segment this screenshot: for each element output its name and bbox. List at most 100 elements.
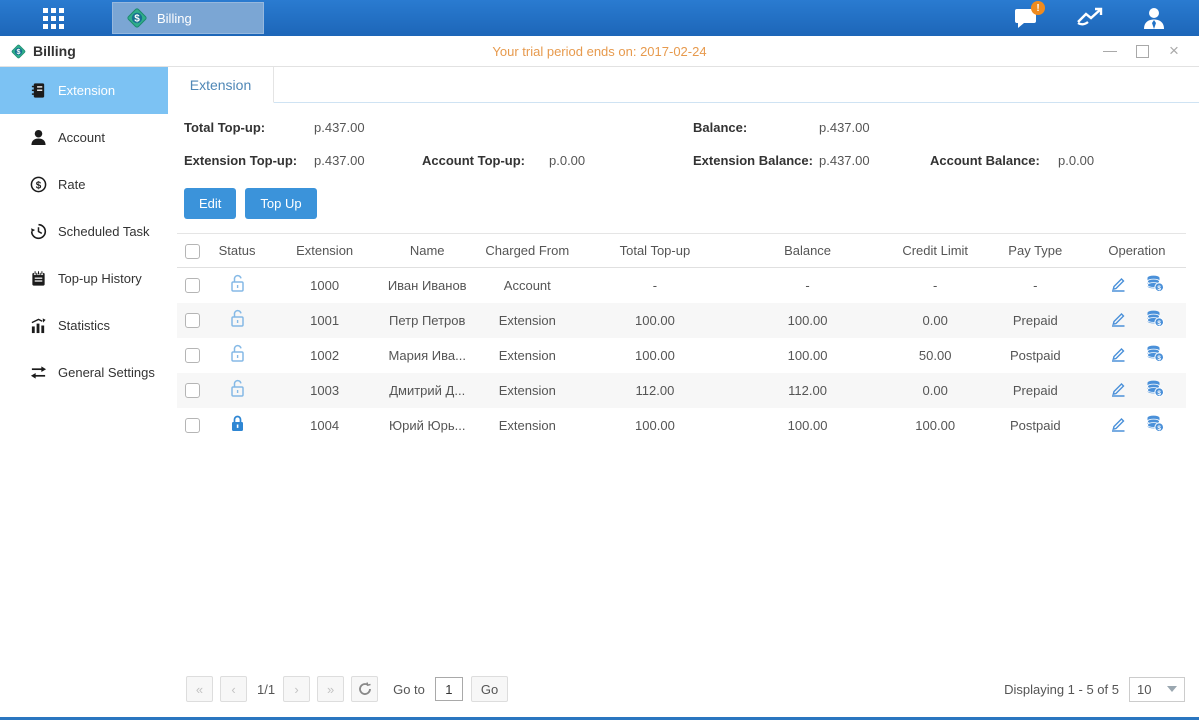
main-content: Extension Total Top-up: p.437.00 Balance… <box>168 67 1199 717</box>
top-up-row-button[interactable]: $ <box>1145 414 1165 436</box>
pencil-icon <box>1109 415 1127 433</box>
pencil-icon <box>1109 380 1127 398</box>
coins-topup-icon: $ <box>1145 414 1165 433</box>
edit-row-button[interactable] <box>1109 310 1127 331</box>
top-up-button[interactable]: Top Up <box>245 188 316 219</box>
notifications-button[interactable]: ! <box>1011 5 1041 31</box>
row-checkbox[interactable] <box>185 348 200 363</box>
sidebar: Extension Account $ Rate Scheduled Task … <box>0 67 168 717</box>
cell-charged-from: Extension <box>472 408 582 443</box>
cell-extension: 1001 <box>267 303 382 338</box>
status-unlocked-icon <box>228 344 247 363</box>
edit-row-button[interactable] <box>1109 380 1127 401</box>
page-size-value: 10 <box>1137 682 1151 697</box>
cell-credit-limit: 0.00 <box>888 303 983 338</box>
tab-extension[interactable]: Extension <box>168 67 274 103</box>
top-up-row-button[interactable]: $ <box>1145 274 1165 296</box>
displaying-label: Displaying 1 - 5 of 5 <box>1004 682 1119 697</box>
go-button[interactable]: Go <box>471 676 508 702</box>
svg-text:$: $ <box>134 14 140 25</box>
app-launcher-button[interactable] <box>36 0 70 36</box>
row-checkbox[interactable] <box>185 313 200 328</box>
col-pay-type: Pay Type <box>983 234 1088 268</box>
edit-button[interactable]: Edit <box>184 188 236 219</box>
cell-name: Мария Ива... <box>382 338 472 373</box>
cell-name: Дмитрий Д... <box>382 373 472 408</box>
pencil-icon <box>1109 345 1127 363</box>
edit-row-button[interactable] <box>1109 345 1127 366</box>
cell-extension: 1002 <box>267 338 382 373</box>
coins-topup-icon: $ <box>1145 344 1165 363</box>
cell-extension: 1000 <box>267 268 382 303</box>
select-all-checkbox[interactable] <box>185 244 200 259</box>
extension-balance-value: p.437.00 <box>819 153 930 168</box>
sidebar-item-scheduled-task[interactable]: Scheduled Task <box>0 208 168 255</box>
refresh-button[interactable] <box>351 676 378 702</box>
sidebar-item-label: General Settings <box>58 365 155 380</box>
row-checkbox[interactable] <box>185 383 200 398</box>
top-up-row-button[interactable]: $ <box>1145 344 1165 366</box>
first-page-button[interactable]: « <box>186 676 213 702</box>
extension-topup-value: p.437.00 <box>314 153 422 168</box>
row-checkbox[interactable] <box>185 278 200 293</box>
minimize-button[interactable] <box>1103 45 1117 57</box>
billing-app-tab-label: Billing <box>157 11 192 26</box>
edit-row-button[interactable] <box>1109 275 1127 296</box>
top-bar: $ Billing ! <box>0 0 1199 36</box>
status-unlocked-icon <box>228 309 247 328</box>
sidebar-item-statistics[interactable]: Statistics <box>0 302 168 349</box>
sidebar-item-account[interactable]: Account <box>0 114 168 161</box>
account-topup-label: Account Top-up: <box>422 153 549 168</box>
edit-row-button[interactable] <box>1109 415 1127 436</box>
top-up-row-button[interactable]: $ <box>1145 309 1165 331</box>
clock-icon <box>30 223 47 240</box>
cell-balance: 100.00 <box>727 408 887 443</box>
account-balance-value: p.0.00 <box>1058 153 1199 168</box>
sidebar-item-rate[interactable]: $ Rate <box>0 161 168 208</box>
pencil-icon <box>1109 275 1127 293</box>
billing-app-tab[interactable]: $ Billing <box>112 2 264 34</box>
next-page-button[interactable]: › <box>283 676 310 702</box>
maximize-button[interactable] <box>1135 45 1149 57</box>
pencil-icon <box>1109 310 1127 328</box>
cell-credit-limit: - <box>888 268 983 303</box>
col-total-topup: Total Top-up <box>582 234 727 268</box>
ledger-icon <box>30 82 47 99</box>
user-account-button[interactable] <box>1139 5 1169 31</box>
row-checkbox[interactable] <box>185 418 200 433</box>
prev-page-button[interactable]: ‹ <box>220 676 247 702</box>
goto-page-input[interactable] <box>435 677 463 701</box>
coins-topup-icon: $ <box>1145 274 1165 293</box>
svg-text:$: $ <box>36 180 42 191</box>
top-up-row-button[interactable]: $ <box>1145 379 1165 401</box>
cell-pay-type: Postpaid <box>983 408 1088 443</box>
cell-credit-limit: 0.00 <box>888 373 983 408</box>
last-page-button[interactable]: » <box>317 676 344 702</box>
cell-pay-type: Prepaid <box>983 373 1088 408</box>
cell-extension: 1003 <box>267 373 382 408</box>
sidebar-item-general-settings[interactable]: General Settings <box>0 349 168 396</box>
extension-topup-label: Extension Top-up: <box>184 153 314 168</box>
page-size-select[interactable]: 10 <box>1129 677 1185 702</box>
table-row: 1000 Иван Иванов Account - - - - $ <box>177 268 1186 303</box>
col-balance: Balance <box>727 234 887 268</box>
svg-text:$: $ <box>17 47 21 55</box>
cell-total-topup: 100.00 <box>582 338 727 373</box>
sidebar-item-topup-history[interactable]: Top-up History <box>0 255 168 302</box>
table-row: 1003 Дмитрий Д... Extension 112.00 112.0… <box>177 373 1186 408</box>
window-title-bar: Your trial period ends on: 2017-02-24 $ … <box>0 36 1199 67</box>
cell-balance: 100.00 <box>727 303 887 338</box>
chevron-down-icon <box>1167 686 1177 692</box>
sidebar-item-extension[interactable]: Extension <box>0 67 168 114</box>
close-button[interactable]: × <box>1167 45 1181 57</box>
svg-text:$: $ <box>1157 285 1161 292</box>
cell-pay-type: - <box>983 268 1088 303</box>
cell-charged-from: Extension <box>472 373 582 408</box>
col-extension: Extension <box>267 234 382 268</box>
status-locked-icon <box>228 414 247 433</box>
statistics-monitor-button[interactable] <box>1075 5 1105 31</box>
coins-topup-icon: $ <box>1145 379 1165 398</box>
notepad-icon <box>30 270 47 287</box>
billing-dollar-icon: $ <box>125 6 149 30</box>
svg-text:$: $ <box>1157 355 1161 362</box>
